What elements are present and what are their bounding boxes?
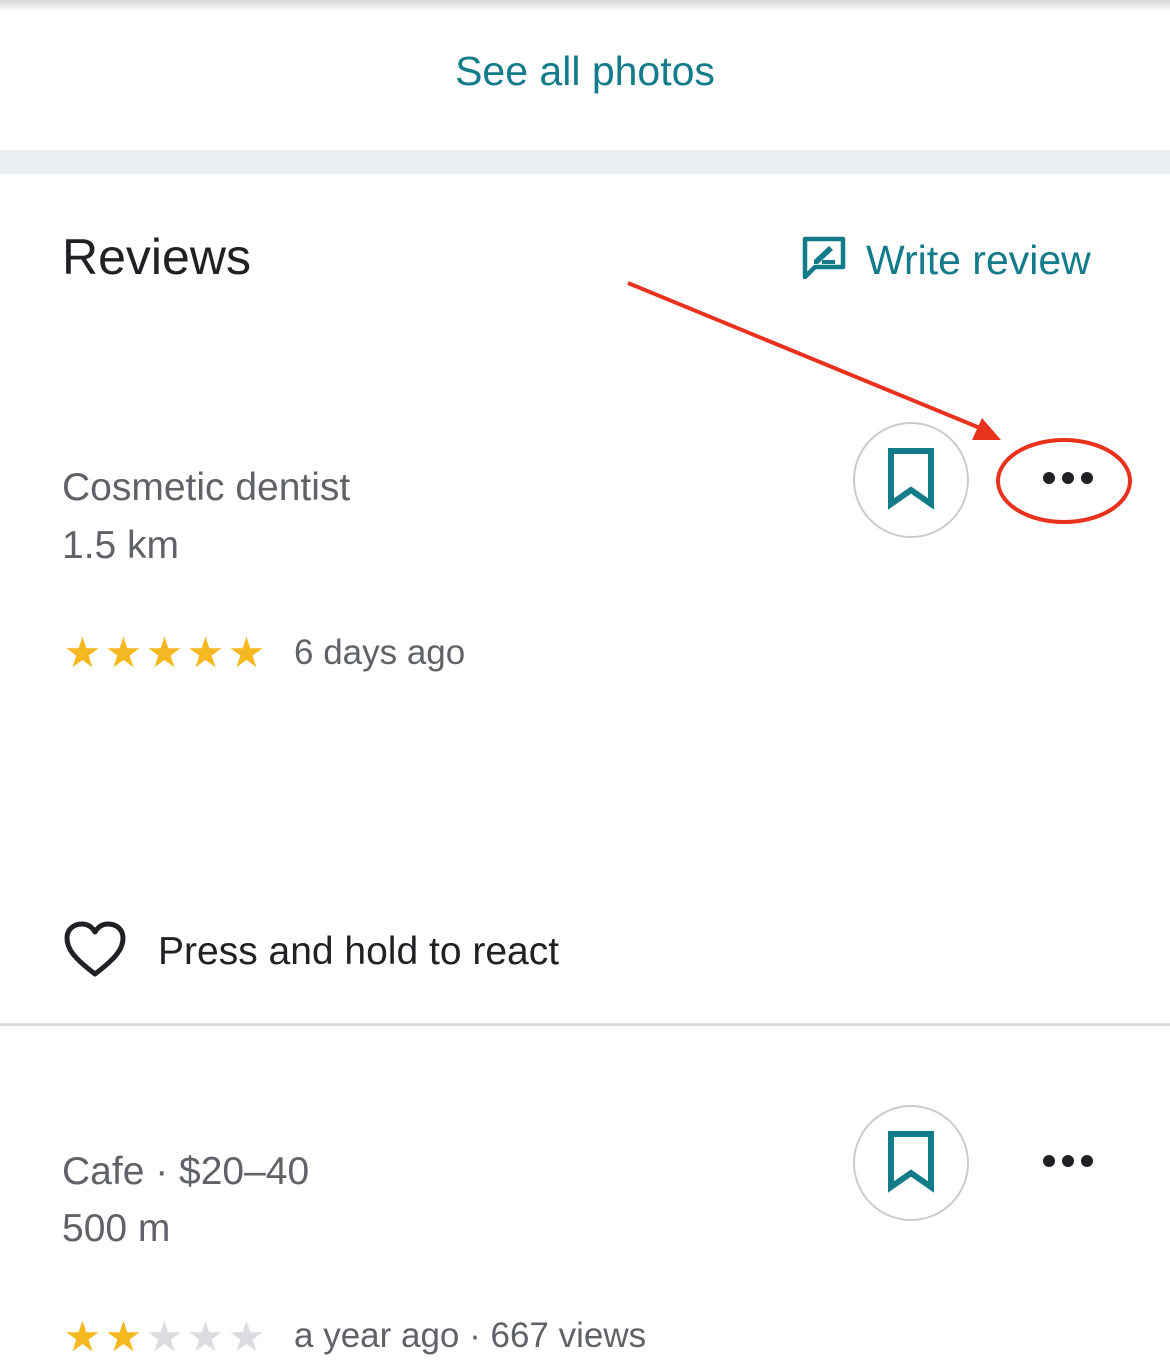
star-icon: ★ bbox=[104, 629, 143, 676]
review-place-distance: 1.5 km bbox=[62, 524, 180, 567]
annotation-arrow-head bbox=[972, 418, 1001, 440]
star-icon: ★ bbox=[186, 629, 225, 676]
star-icon: ★ bbox=[186, 1313, 225, 1360]
more-options-button[interactable] bbox=[1023, 1133, 1113, 1193]
write-review-button[interactable]: Write review bbox=[800, 232, 1091, 288]
section-divider bbox=[0, 150, 1170, 174]
review-divider bbox=[0, 1023, 1170, 1026]
review-place-type: Cafe · $20–40 bbox=[62, 1150, 310, 1193]
star-icon: ★ bbox=[145, 629, 184, 676]
star-icon: ★ bbox=[227, 629, 266, 676]
star-icon: ★ bbox=[63, 629, 102, 676]
more-options-button[interactable] bbox=[1023, 450, 1113, 510]
star-icon: ★ bbox=[227, 1313, 266, 1360]
top-shadow bbox=[0, 0, 1170, 12]
heart-icon bbox=[62, 920, 128, 985]
review-place-distance: 500 m bbox=[62, 1207, 171, 1250]
review-place-type: Cosmetic dentist bbox=[62, 466, 351, 509]
save-place-button[interactable] bbox=[853, 1105, 969, 1221]
reviews-heading: Reviews bbox=[62, 229, 251, 285]
annotation-arrow-line bbox=[627, 281, 981, 430]
bookmark-icon bbox=[885, 446, 937, 515]
save-place-button[interactable] bbox=[853, 422, 969, 538]
review-meta: a year ago · 667 views bbox=[294, 1316, 647, 1355]
more-horizontal-icon bbox=[1042, 471, 1094, 490]
see-all-photos-link[interactable]: See all photos bbox=[0, 48, 1170, 95]
star-icon: ★ bbox=[145, 1313, 184, 1360]
edit-review-icon bbox=[800, 234, 848, 287]
more-horizontal-icon bbox=[1042, 1154, 1094, 1173]
react-button[interactable]: Press and hold to react bbox=[62, 920, 559, 984]
star-rating: ★ ★ ★ ★ ★ bbox=[62, 632, 267, 674]
star-rating: ★ ★ ★ ★ ★ bbox=[62, 1316, 267, 1358]
star-icon: ★ bbox=[63, 1313, 102, 1360]
write-review-label: Write review bbox=[866, 236, 1091, 283]
react-label: Press and hold to react bbox=[158, 930, 560, 973]
review-date: 6 days ago bbox=[294, 633, 466, 672]
bookmark-icon bbox=[885, 1129, 937, 1198]
star-icon: ★ bbox=[104, 1313, 143, 1360]
